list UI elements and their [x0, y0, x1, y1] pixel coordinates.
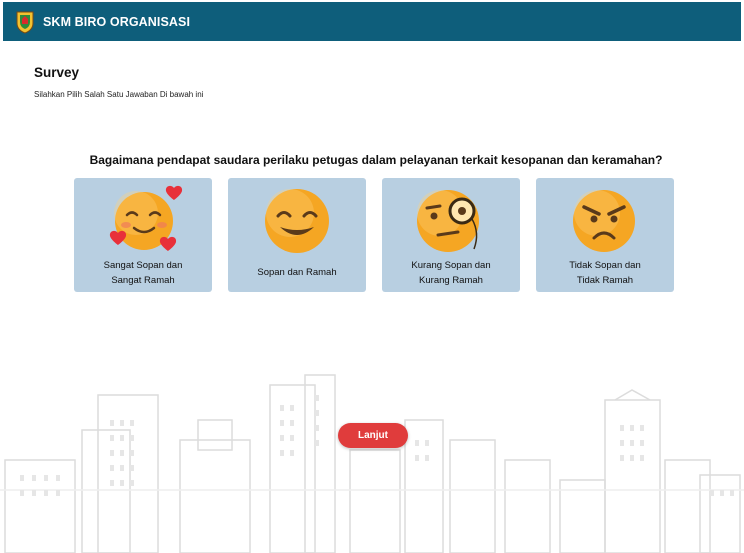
page-title: Survey	[34, 65, 80, 80]
page-subtitle: Silahkan Pilih Salah Satu Jawaban Di baw…	[34, 90, 204, 99]
header-bar: SKM BIRO ORGANISASI	[3, 2, 741, 41]
option-label: Sopan dan Ramah	[257, 267, 337, 278]
answer-options: Sangat Sopan dan Sangat Ramah Sopan dan …	[74, 178, 674, 292]
survey-question: Bagaimana pendapat saudara perilaku petu…	[89, 153, 663, 167]
option-label: Kurang Sopan dan Kurang Ramah	[411, 260, 491, 286]
next-button[interactable]: Lanjut	[338, 423, 408, 448]
shield-logo-icon	[16, 11, 34, 34]
city-skyline-illustration	[0, 374, 744, 553]
face-with-monocle-icon	[417, 190, 479, 252]
option-card-tidak-sopan[interactable]: Tidak Sopan dan Tidak Ramah	[536, 178, 674, 292]
option-label: Sangat Sopan dan Sangat Ramah	[103, 260, 183, 286]
option-card-kurang-sopan[interactable]: Kurang Sopan dan Kurang Ramah	[382, 178, 520, 292]
option-card-sangat-sopan[interactable]: Sangat Sopan dan Sangat Ramah	[74, 178, 212, 292]
option-card-sopan[interactable]: Sopan dan Ramah	[228, 178, 366, 292]
smiling-face-with-hearts-icon	[109, 185, 183, 251]
app-title: SKM BIRO ORGANISASI	[43, 14, 191, 29]
angry-face-icon	[573, 190, 635, 252]
option-label: Tidak Sopan dan Tidak Ramah	[569, 260, 641, 286]
smiling-face-icon	[265, 189, 329, 253]
